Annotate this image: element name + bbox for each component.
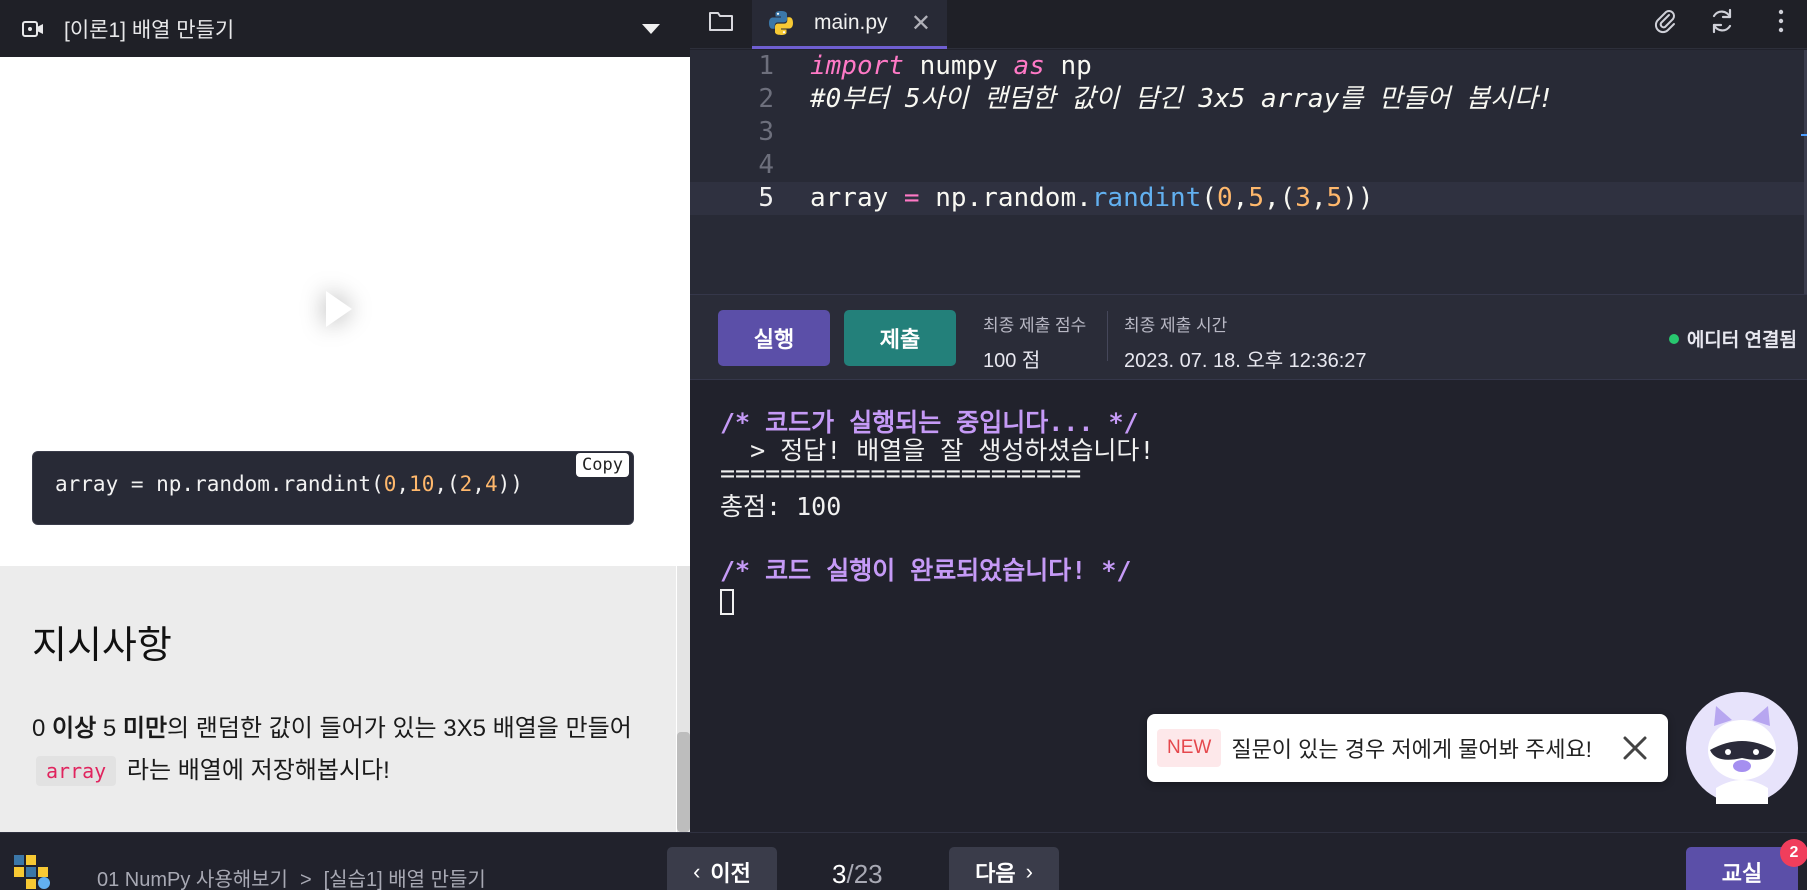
instructions-body: 0 이상 5 미만의 랜덤한 값이 들어가 있는 3X5 배열을 만들어 arr… — [32, 715, 632, 786]
chevron-left-icon: ‹ — [693, 859, 701, 884]
line-number: 3 — [758, 117, 774, 147]
bottom-navigation: 01 NumPy 사용해보기 > [실습1] 배열 만들기 ‹ 이전 3/23 다음 ›… — [0, 832, 1807, 890]
run-toolbar: 실행 제출 최종 제출 점수 100 점 최종 제출 시간 2023. 07. … — [690, 294, 1807, 380]
line-number: 1 — [758, 51, 774, 81]
notification-badge: 2 — [1780, 839, 1807, 867]
editor-line: 3 — [690, 116, 1807, 149]
status-dot-icon — [1668, 333, 1679, 344]
console-cursor — [720, 589, 734, 615]
editor-panel: main.py ✕ 1 import numpy as np 2 #0부터 5사… — [690, 0, 1807, 832]
assistant-avatar[interactable] — [1686, 692, 1798, 804]
lesson-scrollbar[interactable] — [677, 566, 690, 832]
more-vertical-icon[interactable] — [1766, 6, 1796, 36]
breadcrumb-course[interactable]: 01 NumPy 사용해보기 — [97, 869, 288, 890]
lesson-panel: [이론1] 배열 만들기 array = np.random.randint(0… — [0, 0, 690, 832]
console-line: ======================== — [720, 459, 1082, 488]
lesson-title: [이론1] 배열 만들기 — [64, 18, 235, 42]
tab-filename: main.py — [814, 11, 888, 34]
line-code: array = np.random.randint(0,5,(3,5)) — [810, 183, 1374, 213]
lesson-header[interactable]: [이론1] 배열 만들기 — [0, 0, 690, 57]
folder-icon[interactable] — [708, 10, 734, 32]
video-player[interactable] — [0, 57, 690, 447]
video-icon — [22, 20, 43, 37]
scrollbar-marker — [1801, 134, 1807, 136]
chevron-right-icon: > — [299, 869, 312, 890]
line-number: 2 — [758, 84, 774, 114]
submit-button[interactable]: 제출 — [844, 310, 956, 366]
score-label: 최종 제출 점수 — [983, 316, 1087, 335]
inline-code: array — [36, 756, 117, 786]
breadcrumb: 01 NumPy 사용해보기 > [실습1] 배열 만들기 — [97, 863, 486, 890]
editor-tabbar: main.py ✕ — [690, 0, 1807, 49]
console-line: /* 코드 실행이 완료되었습니다! */ — [720, 556, 1132, 585]
code-example: array = np.random.randint(0,10,(2,4)) Co… — [32, 451, 634, 525]
chevron-down-icon[interactable] — [642, 23, 660, 34]
line-number: 5 — [758, 183, 774, 213]
breadcrumb-lesson[interactable]: [실습1] 배열 만들기 — [324, 869, 486, 890]
score-value: 100 점 — [983, 350, 1041, 372]
refresh-icon[interactable] — [1707, 6, 1737, 36]
time-label: 최종 제출 시간 — [1124, 316, 1228, 335]
instructions-heading: 지시사항 — [32, 625, 172, 667]
time-value: 2023. 07. 18. 오후 12:36:27 — [1124, 350, 1367, 372]
copy-button[interactable]: Copy — [576, 453, 629, 477]
page-indicator: 3/23 — [832, 859, 883, 889]
close-icon[interactable] — [1620, 733, 1650, 763]
raccoon-mascot-icon — [1708, 706, 1776, 804]
connection-status: 에디터 연결됨 — [1668, 325, 1797, 352]
line-code: import numpy as np — [810, 51, 1092, 81]
assistant-tooltip[interactable]: NEW 질문이 있는 경우 저에게 물어봐 주세요! — [1147, 714, 1668, 782]
code-example-text: array = np.random.randint(0,10,(2,4)) — [55, 472, 523, 496]
editor-line: 4 — [690, 149, 1807, 182]
close-icon[interactable]: ✕ — [911, 9, 931, 38]
run-button[interactable]: 실행 — [718, 310, 830, 366]
course-logo-icon — [14, 855, 50, 889]
submit-time-info: 최종 제출 시간 2023. 07. 18. 오후 12:36:27 — [1124, 311, 1367, 373]
chevron-right-icon: › — [1025, 859, 1033, 884]
score-info: 최종 제출 점수 100 점 — [983, 311, 1086, 373]
line-code: #0부터 5사이 랜덤한 값이 담긴 3x5 array를 만들어 봅시다! — [810, 84, 1554, 114]
assistant-message: 질문이 있는 경우 저에게 물어봐 주세요! — [1231, 737, 1592, 762]
line-number: 4 — [758, 150, 774, 180]
editor-line: 2 #0부터 5사이 랜덤한 값이 담긴 3x5 array를 만들어 봅시다! — [690, 83, 1807, 116]
prev-button[interactable]: ‹ 이전 — [667, 847, 777, 890]
console-line: 총점: 100 — [720, 492, 842, 521]
next-button[interactable]: 다음 › — [949, 847, 1059, 890]
app-root: [이론1] 배열 만들기 array = np.random.randint(0… — [0, 0, 1807, 890]
instructions-section: 지시사항 0 이상 5 미만의 랜덤한 값이 들어가 있는 3X5 배열을 만들… — [0, 566, 676, 832]
tab-main-py[interactable]: main.py ✕ — [752, 0, 947, 49]
connection-label: 에디터 연결됨 — [1686, 330, 1797, 351]
python-icon — [769, 11, 793, 35]
play-icon[interactable] — [326, 291, 352, 327]
scrollbar-thumb[interactable] — [677, 732, 690, 832]
paperclip-icon[interactable] — [1650, 6, 1680, 36]
code-editor[interactable]: 1 import numpy as np 2 #0부터 5사이 랜덤한 값이 담… — [690, 50, 1807, 294]
editor-line: 1 import numpy as np — [690, 50, 1807, 83]
divider — [1107, 311, 1108, 361]
editor-line-active: 5 array = np.random.randint(0,5,(3,5)) — [690, 182, 1807, 215]
new-badge: NEW — [1157, 729, 1222, 767]
